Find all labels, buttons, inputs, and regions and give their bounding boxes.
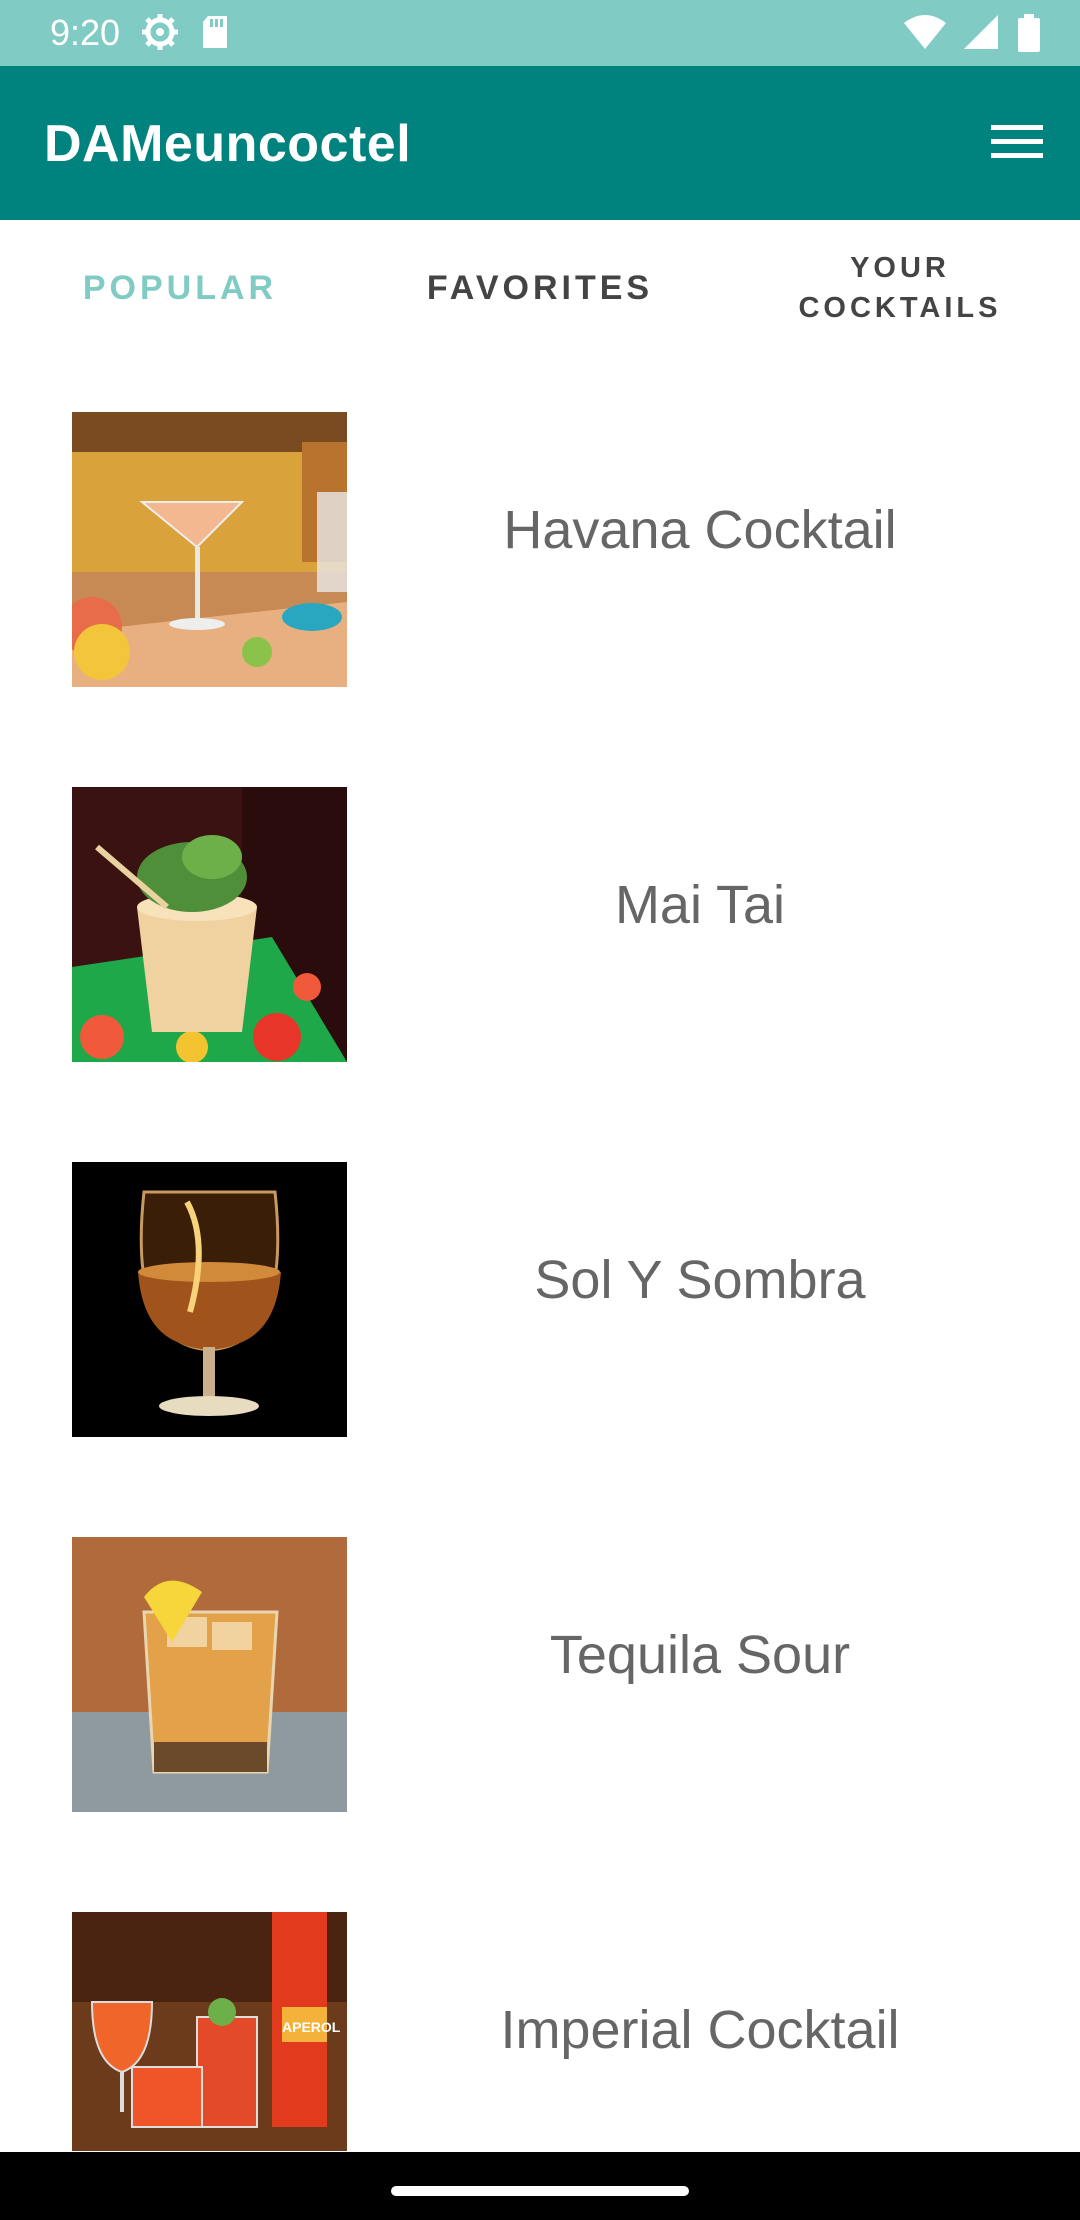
cell-signal-icon (964, 15, 1000, 56)
settings-gear-icon (140, 12, 180, 57)
sol-y-sombra-photo (72, 1162, 347, 1437)
cocktail-name: Tequila Sour (549, 1625, 851, 1685)
list-item[interactable]: Sol Y Sombra (0, 1106, 1080, 1481)
havana-cocktail-photo (72, 412, 347, 687)
cocktail-name: Mai Tai (614, 875, 786, 935)
app-title: DAMeuncoctel (44, 115, 412, 173)
hamburger-menu-icon (991, 123, 1043, 164)
menu-button[interactable] (982, 108, 1052, 178)
tab-favorites[interactable]: FAVORITES (360, 220, 720, 356)
list-item[interactable]: Mai Tai (0, 731, 1080, 1106)
system-navigation-bar (0, 2152, 1080, 2220)
tab-your-cocktails[interactable]: YOUR COCKTAILS (780, 220, 1020, 356)
cocktail-list: Havana Cocktail Mai Tai Sol Y Sombra Teq… (0, 356, 1080, 2151)
status-time: 9:20 (50, 12, 121, 53)
home-gesture-handle[interactable] (391, 2186, 689, 2196)
cocktail-name: Havana Cocktail (503, 500, 897, 560)
app-bar: DAMeuncoctel (0, 66, 1080, 220)
cocktail-name: Sol Y Sombra (534, 1250, 866, 1310)
cocktail-name: Imperial Cocktail (500, 2000, 900, 2060)
tab-bar: POPULAR FAVORITES YOUR COCKTAILS (0, 220, 1080, 356)
battery-icon (1018, 14, 1040, 57)
imperial-cocktail-photo: APEROL (72, 1912, 347, 2151)
sd-card-icon (200, 14, 230, 55)
list-item[interactable]: Tequila Sour (0, 1481, 1080, 1856)
list-item[interactable]: Havana Cocktail (0, 356, 1080, 731)
svg-text:APEROL: APEROL (282, 2019, 341, 2035)
tequila-sour-photo (72, 1537, 347, 1812)
list-item[interactable]: APEROL Imperial Cocktail (0, 1856, 1080, 2151)
wifi-icon (904, 15, 946, 56)
status-bar: 9:20 (0, 0, 1080, 66)
tab-popular[interactable]: POPULAR (0, 220, 360, 356)
mai-tai-photo (72, 787, 347, 1062)
